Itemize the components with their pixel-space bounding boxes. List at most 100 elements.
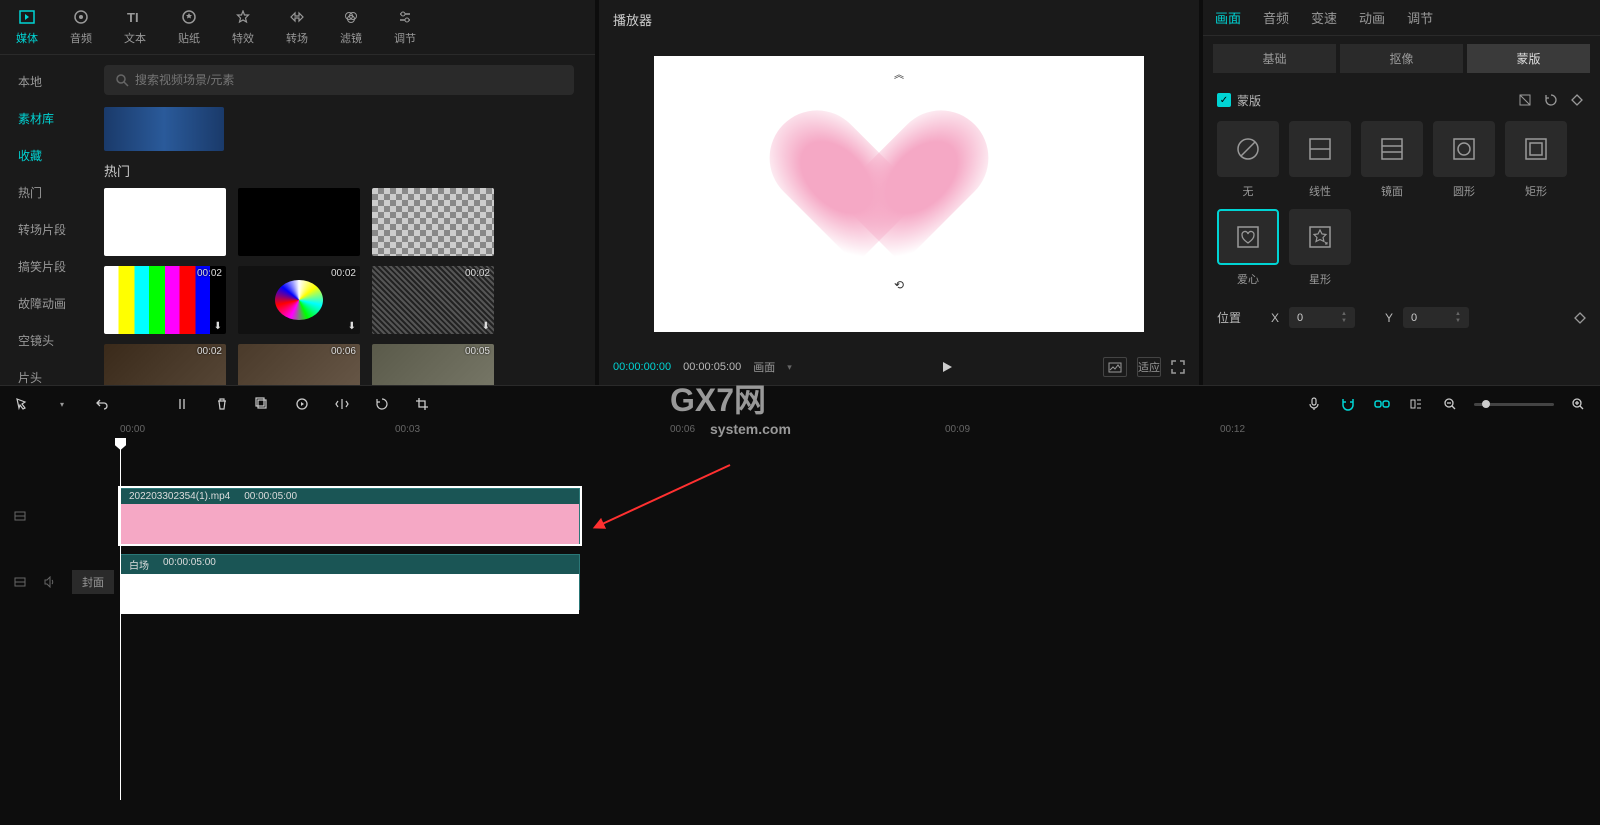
mask-rect[interactable] bbox=[1505, 121, 1567, 177]
tab-speed[interactable]: 变速 bbox=[1311, 8, 1337, 27]
subtab-basic[interactable]: 基础 bbox=[1213, 44, 1336, 73]
mic-button[interactable] bbox=[1304, 394, 1324, 414]
thumb-colorbar1[interactable]: 00:02⬇ bbox=[104, 266, 226, 334]
rotate-button[interactable] bbox=[372, 394, 392, 414]
zoom-in-button[interactable] bbox=[1568, 394, 1588, 414]
crop-button[interactable] bbox=[252, 394, 272, 414]
capture-button[interactable] bbox=[1103, 357, 1127, 377]
toolbar-adjust[interactable]: 调节 bbox=[378, 8, 432, 46]
fullscreen-button[interactable] bbox=[1171, 360, 1185, 374]
mask-none[interactable] bbox=[1217, 121, 1279, 177]
toolbar-effect[interactable]: 特效 bbox=[216, 8, 270, 46]
track-mute-icon[interactable] bbox=[42, 574, 58, 590]
thumb-white[interactable] bbox=[104, 188, 226, 256]
zoom-out-button[interactable] bbox=[1440, 394, 1460, 414]
search-box[interactable] bbox=[104, 65, 574, 95]
playhead[interactable] bbox=[120, 440, 121, 800]
thumb-black[interactable] bbox=[238, 188, 360, 256]
sidebar-item-glitch[interactable]: 故障动画 bbox=[0, 285, 90, 322]
split-button[interactable] bbox=[172, 394, 192, 414]
clip-2[interactable]: 白场00:00:05:00 bbox=[120, 554, 580, 610]
sidebar-item-library[interactable]: 素材库 bbox=[0, 100, 90, 137]
thumb-video3[interactable]: 00:05 bbox=[372, 344, 494, 385]
cursor-dropdown[interactable]: ▾ bbox=[52, 394, 72, 414]
search-input[interactable] bbox=[135, 73, 562, 87]
track-lock-icon[interactable] bbox=[12, 508, 28, 524]
mask-checkbox[interactable]: ✓ bbox=[1217, 93, 1231, 107]
sidebar-item-transition-clip[interactable]: 转场片段 bbox=[0, 211, 90, 248]
toolbar-media[interactable]: 媒体 bbox=[0, 8, 54, 46]
play-button[interactable] bbox=[940, 360, 954, 374]
sidebar-item-hot[interactable]: 热门 bbox=[0, 174, 90, 211]
thumb-noise[interactable]: 00:02⬇ bbox=[372, 266, 494, 334]
heart-mask-preview[interactable] bbox=[809, 114, 989, 274]
tracks-area[interactable]: 202203302354(1).mp400:00:05:00 封面 白场00:0… bbox=[0, 440, 1600, 825]
player-viewport[interactable]: ︽ ⟲ bbox=[599, 39, 1199, 349]
subtab-cutout[interactable]: 抠像 bbox=[1340, 44, 1463, 73]
sidebar-item-funny-clip[interactable]: 搞笑片段 bbox=[0, 248, 90, 285]
mirror-button[interactable] bbox=[332, 394, 352, 414]
toolbar-sticker[interactable]: 贴纸 bbox=[162, 8, 216, 46]
delete-button[interactable] bbox=[212, 394, 232, 414]
keyframe-icon[interactable] bbox=[1568, 91, 1586, 109]
ratio-label[interactable]: 画面 bbox=[753, 359, 775, 375]
timeline-ruler[interactable]: 00:00 00:03 00:06 00:09 00:12 bbox=[0, 422, 1600, 440]
ratio-fit-button[interactable]: 适应 bbox=[1137, 357, 1161, 377]
track-lock-icon[interactable] bbox=[12, 574, 28, 590]
effect-icon bbox=[236, 8, 250, 26]
cursor-tool[interactable] bbox=[12, 394, 32, 414]
timeline-toolbar: ▾ bbox=[0, 385, 1600, 422]
subtab-mask[interactable]: 蒙版 bbox=[1467, 44, 1590, 73]
download-icon[interactable]: ⬇ bbox=[348, 321, 356, 332]
mask-circle[interactable] bbox=[1433, 121, 1495, 177]
cover-button[interactable]: 封面 bbox=[72, 570, 114, 594]
pos-keyframe-icon[interactable] bbox=[1574, 312, 1586, 324]
properties-panel: 画面 音频 变速 动画 调节 基础 抠像 蒙版 ✓ 蒙版 bbox=[1203, 0, 1600, 385]
sidebar-item-empty-shot[interactable]: 空镜头 bbox=[0, 322, 90, 359]
tab-adjust[interactable]: 调节 bbox=[1407, 8, 1433, 27]
thumb-recent[interactable] bbox=[104, 107, 224, 151]
download-icon[interactable]: ⬇ bbox=[214, 321, 222, 332]
preview-button[interactable] bbox=[1406, 394, 1426, 414]
crop2-button[interactable] bbox=[412, 394, 432, 414]
record-button[interactable] bbox=[292, 394, 312, 414]
download-icon[interactable]: ⬇ bbox=[482, 321, 490, 332]
player-canvas[interactable]: ︽ ⟲ bbox=[654, 56, 1144, 332]
tab-audio[interactable]: 音频 bbox=[1263, 8, 1289, 27]
sidebar-item-opening[interactable]: 片头 bbox=[0, 359, 90, 385]
thumb-video1[interactable]: 00:02 bbox=[104, 344, 226, 385]
invert-icon[interactable] bbox=[1516, 91, 1534, 109]
player-title: 播放器 bbox=[599, 0, 1199, 39]
rotate-icon[interactable]: ⟲ bbox=[894, 278, 904, 292]
link-button[interactable] bbox=[1372, 394, 1392, 414]
toolbar-text[interactable]: TI 文本 bbox=[108, 8, 162, 46]
search-icon bbox=[116, 74, 129, 87]
player-controls: 00:00:00:00 00:00:05:00 画面 ▾ 适应 bbox=[599, 349, 1199, 385]
mask-linear[interactable] bbox=[1289, 121, 1351, 177]
zoom-slider[interactable] bbox=[1474, 403, 1554, 406]
adjust-icon bbox=[398, 8, 412, 26]
tab-canvas[interactable]: 画面 bbox=[1215, 8, 1241, 27]
thumb-transparent[interactable] bbox=[372, 188, 494, 256]
toolbar-filter[interactable]: 滤镜 bbox=[324, 8, 378, 46]
reset-icon[interactable] bbox=[1542, 91, 1560, 109]
thumb-video2[interactable]: 00:06 bbox=[238, 344, 360, 385]
magnet-button[interactable] bbox=[1338, 394, 1358, 414]
toolbar-audio[interactable]: 音频 bbox=[54, 8, 108, 46]
mask-heart[interactable] bbox=[1217, 209, 1279, 265]
ratio-chevron-icon[interactable]: ▾ bbox=[787, 362, 792, 373]
sidebar-item-favorite[interactable]: 收藏 bbox=[0, 137, 90, 174]
x-label: X bbox=[1271, 311, 1279, 325]
transition-icon bbox=[289, 8, 305, 26]
undo-button[interactable] bbox=[92, 394, 112, 414]
x-input[interactable]: ▲▼ bbox=[1289, 307, 1355, 328]
chevron-up-icon[interactable]: ︽ bbox=[894, 66, 904, 81]
mask-mirror[interactable] bbox=[1361, 121, 1423, 177]
mask-star[interactable] bbox=[1289, 209, 1351, 265]
thumb-colorbar2[interactable]: 00:02⬇ bbox=[238, 266, 360, 334]
sidebar-item-local[interactable]: 本地 bbox=[0, 63, 90, 100]
tab-anim[interactable]: 动画 bbox=[1359, 8, 1385, 27]
y-input[interactable]: ▲▼ bbox=[1403, 307, 1469, 328]
toolbar-transition[interactable]: 转场 bbox=[270, 8, 324, 46]
clip-1[interactable]: 202203302354(1).mp400:00:05:00 bbox=[120, 488, 580, 544]
